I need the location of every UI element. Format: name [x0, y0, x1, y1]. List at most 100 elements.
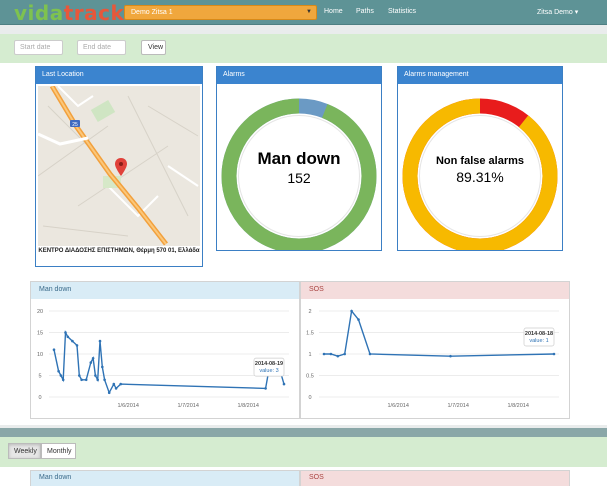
data-point[interactable]: [329, 352, 333, 356]
data-point[interactable]: [350, 309, 353, 313]
data-point[interactable]: [94, 374, 97, 377]
chart-title: SOS: [301, 471, 569, 486]
period-toggle-bar: [0, 437, 607, 467]
data-point[interactable]: [107, 391, 111, 394]
data-point[interactable]: [552, 352, 556, 356]
view-button[interactable]: View: [141, 40, 166, 55]
y-tick-label: 1: [308, 352, 311, 358]
x-tick-label: 1/8/2014: [507, 403, 528, 409]
panel-title: Alarms: [217, 67, 381, 84]
data-point[interactable]: [322, 352, 326, 356]
y-tick-label: 2: [308, 309, 311, 315]
data-point[interactable]: [66, 335, 70, 339]
top-navbar: vidatrack Demo Zitsa 1 ▼ Home Paths Stat…: [0, 0, 607, 25]
y-tick-label: 0: [308, 395, 311, 401]
y-tick-label: 20: [37, 309, 43, 315]
alarms-value: 152: [287, 170, 311, 186]
data-point[interactable]: [343, 352, 346, 356]
start-date-input[interactable]: Start date: [14, 40, 63, 55]
chart-title: Man down: [31, 471, 299, 486]
y-tick-label: 1.5: [306, 331, 314, 337]
y-tick-label: 0.5: [306, 374, 314, 380]
x-tick-label: 1/7/2014: [177, 403, 198, 409]
end-date-input[interactable]: End date: [77, 40, 126, 55]
user-menu[interactable]: Zitsa Demo ▾: [537, 8, 578, 16]
data-point[interactable]: [61, 378, 65, 382]
zone-select-value: Demo Zitsa 1: [131, 9, 173, 16]
nav-home[interactable]: Home: [324, 8, 343, 15]
data-point[interactable]: [336, 354, 340, 358]
data-point[interactable]: [101, 365, 104, 369]
data-point[interactable]: [103, 378, 106, 382]
man-down-line-chart[interactable]: 20 15 10 5 0 1/6/2014 1/7/2014 1/8/2014 2014-08-…: [31, 299, 299, 418]
location-address: ΚΕΝΤΡΟ ΔΙΑΔΟΣΗΣ ΕΠΙΣΤΗΜΩΝ, Θέρμη 570 01,…: [38, 248, 200, 254]
man-down-chart-panel: Man down 20 15 10 5 0 1/6/2014 1/7/2014 1/8/201…: [30, 281, 300, 419]
sos-line-chart[interactable]: 2 1.5 1 0.5 0 1/6/2014 1/7/2014 1/8/2014 2014-08…: [301, 299, 569, 418]
data-point[interactable]: [64, 331, 67, 334]
y-tick-label: 10: [37, 352, 43, 358]
last-location-panel: Last Location 25 ΚΕΝΤΡΟ ΔΙΑΔΟΣΗΣ ΕΠΙΣΤΗΜ…: [35, 66, 203, 267]
series-line: [53, 329, 285, 395]
chevron-down-icon: ▼: [306, 9, 312, 15]
data-point[interactable]: [357, 318, 360, 321]
alarm-management-panel: Alarms management Non false alarms 89.31…: [397, 66, 563, 254]
panel-title: Alarms management: [398, 67, 562, 84]
panel-title: Last Location: [36, 67, 202, 84]
weekly-button[interactable]: Weekly: [8, 443, 41, 459]
data-point[interactable]: [119, 382, 122, 386]
chart-tooltip: 2014-08-19value: 3: [253, 357, 285, 377]
alarm-management-donut-chart: [402, 98, 558, 254]
tooltip-date: 2014-08-19: [255, 361, 283, 367]
x-tick-label: 1/8/2014: [237, 403, 258, 409]
bottom-man-down-panel: Man down: [30, 470, 300, 486]
y-tick-label: 0: [38, 395, 41, 401]
data-point[interactable]: [78, 374, 81, 377]
tooltip-value: value: 3: [259, 368, 278, 374]
nav-statistics[interactable]: Statistics: [388, 8, 416, 15]
map-graphic: 25: [38, 86, 200, 246]
vidatrack-logo[interactable]: vidatrack: [14, 1, 124, 25]
data-point[interactable]: [80, 378, 83, 382]
y-tick-label: 15: [37, 331, 43, 337]
data-point[interactable]: [114, 387, 118, 390]
zone-select[interactable]: Demo Zitsa 1 ▼: [124, 5, 317, 20]
chart-tooltip: 2014-08-18value: 1: [523, 327, 555, 347]
tooltip-date: 2014-08-18: [525, 331, 553, 337]
sos-chart-panel: SOS 2 1.5 1 0.5 0 1/6/2014 1/7/2014 1/8/2014 201…: [300, 281, 570, 419]
data-point[interactable]: [368, 352, 372, 356]
bottom-sos-panel: SOS: [300, 470, 570, 486]
alarms-panel: Alarms Man down 152: [216, 66, 382, 254]
x-tick-label: 1/6/2014: [117, 403, 138, 409]
data-point[interactable]: [75, 344, 79, 347]
alarm-management-value: 89.31%: [456, 169, 504, 185]
section-divider: [0, 428, 607, 437]
alarm-management-label: Non false alarms: [435, 155, 525, 167]
chart-title: Man down: [31, 282, 299, 299]
data-point[interactable]: [59, 374, 63, 377]
y-tick-label: 5: [38, 374, 41, 380]
x-tick-label: 1/7/2014: [447, 403, 468, 409]
logo-text-track: track: [63, 1, 125, 25]
data-point[interactable]: [84, 378, 88, 382]
data-point[interactable]: [449, 354, 452, 358]
data-point[interactable]: [264, 387, 267, 390]
data-point[interactable]: [112, 382, 116, 386]
data-point[interactable]: [89, 361, 93, 364]
logo-text-vida: vida: [14, 1, 64, 25]
monthly-button[interactable]: Monthly: [41, 443, 76, 459]
data-point[interactable]: [98, 339, 102, 343]
road-badge-text: 25: [72, 122, 78, 128]
data-point[interactable]: [96, 378, 99, 382]
data-point[interactable]: [91, 357, 95, 360]
nav-paths[interactable]: Paths: [356, 8, 374, 15]
alarms-label: Man down: [257, 149, 341, 168]
data-point[interactable]: [71, 339, 74, 343]
location-map[interactable]: 25: [38, 86, 200, 246]
data-point[interactable]: [282, 382, 286, 386]
series-line: [324, 309, 555, 357]
data-point[interactable]: [57, 369, 60, 373]
x-tick-label: 1/6/2014: [387, 403, 408, 409]
chart-title: SOS: [301, 282, 569, 299]
tooltip-value: value: 1: [529, 338, 548, 344]
data-point[interactable]: [52, 348, 56, 351]
